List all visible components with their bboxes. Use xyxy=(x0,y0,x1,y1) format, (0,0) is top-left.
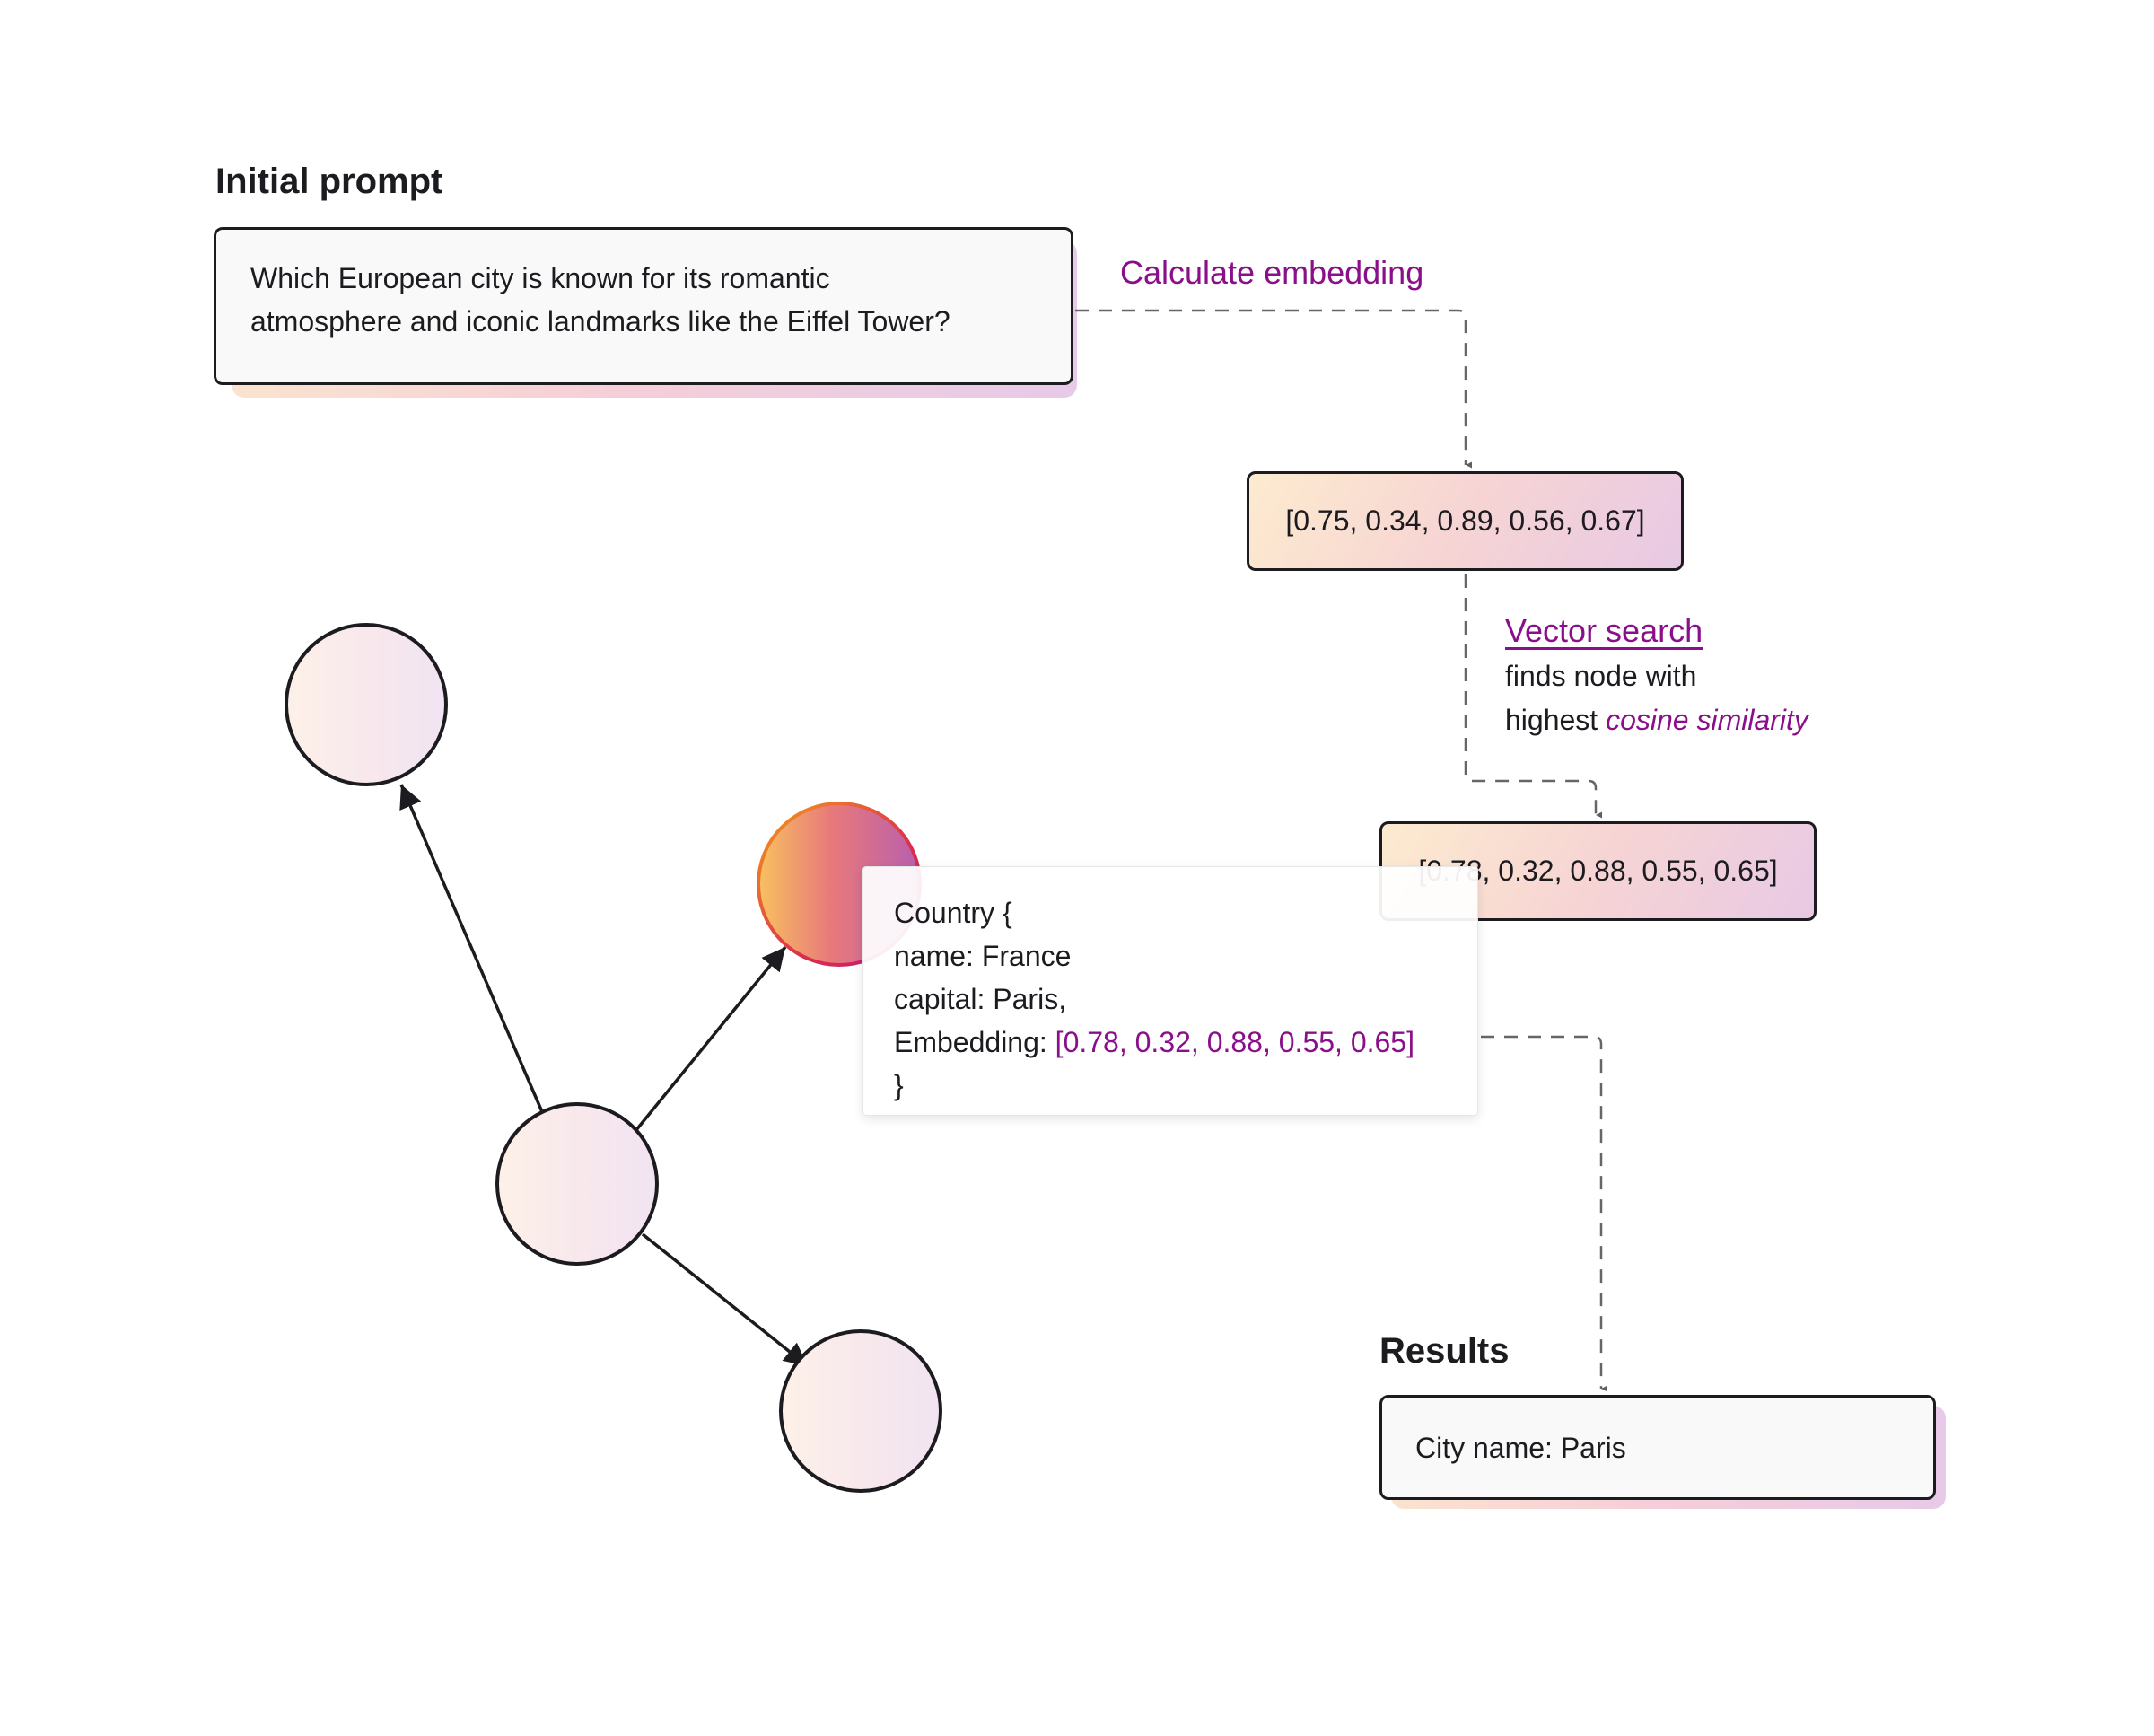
vector-search-line-2: finds node with xyxy=(1505,660,1697,692)
query-embedding-box: [0.75, 0.34, 0.89, 0.56, 0.67] xyxy=(1247,471,1684,571)
card-embedding-value: [0.78, 0.32, 0.88, 0.55, 0.65] xyxy=(1055,1026,1414,1058)
cosine-similarity-term: cosine similarity xyxy=(1606,704,1808,736)
results-box: City name: Paris xyxy=(1379,1395,1936,1500)
card-line-close: } xyxy=(894,1069,904,1101)
node-detail-card: Country { name: France capital: Paris, E… xyxy=(862,866,1478,1116)
graph-node-top-left[interactable] xyxy=(285,623,448,786)
graph-node-hub[interactable] xyxy=(495,1102,659,1266)
card-embedding-label: Embedding: xyxy=(894,1026,1055,1058)
result-value: City name: Paris xyxy=(1415,1432,1626,1464)
query-embedding-value: [0.75, 0.34, 0.89, 0.56, 0.67] xyxy=(1285,504,1645,537)
graph-node-bottom[interactable] xyxy=(779,1329,942,1493)
card-line-1: Country { xyxy=(894,897,1012,929)
card-line-capital: capital: Paris, xyxy=(894,983,1067,1015)
vector-search-line-3: highest cosine similarity xyxy=(1505,698,1808,742)
results-heading: Results xyxy=(1379,1331,1510,1371)
graph-edge-hub-to-center xyxy=(634,945,787,1133)
graph-edge-hub-to-top-left xyxy=(399,784,545,1115)
vector-search-link[interactable]: Vector search xyxy=(1505,612,1703,649)
graph-edge-hub-to-bottom xyxy=(641,1232,810,1368)
card-line-embedding: Embedding: [0.78, 0.32, 0.88, 0.55, 0.65… xyxy=(894,1021,1477,1064)
card-line-name: name: France xyxy=(894,940,1072,972)
vector-search-line-3-prefix: highest xyxy=(1505,704,1607,736)
connector-prompt-to-embedding xyxy=(1075,309,1472,469)
vector-search-annotation: Vector search finds node with highest co… xyxy=(1505,609,1808,742)
